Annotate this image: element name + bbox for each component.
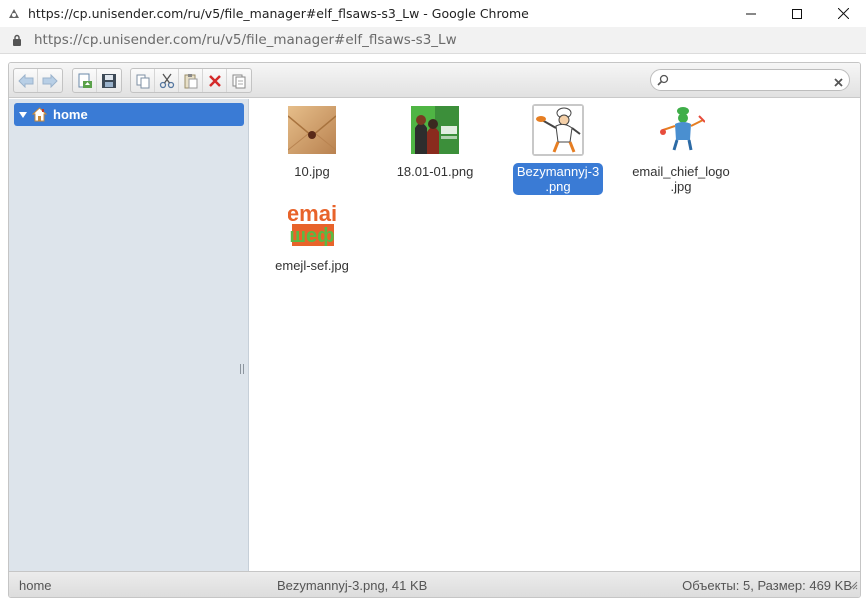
chrome-app-icon — [6, 6, 22, 22]
status-path[interactable]: home — [19, 578, 52, 593]
save-icon — [102, 73, 116, 88]
file-item[interactable]: Bezymannyj-3 .png — [498, 104, 618, 195]
save-button[interactable] — [97, 69, 121, 92]
chef-thumbnail — [532, 104, 584, 156]
delete-button[interactable] — [203, 69, 227, 92]
svg-text:emai: emai — [288, 201, 336, 226]
window-titlebar: https://cp.unisender.com/ru/v5/file_mana… — [0, 0, 866, 27]
minimize-icon — [746, 13, 756, 14]
resize-grip-icon[interactable] — [848, 578, 858, 596]
search-icon — [657, 74, 669, 89]
home-icon — [32, 107, 47, 122]
file-item[interactable]: 10.jpg — [252, 104, 372, 180]
file-name: 18.01-01.png — [396, 164, 474, 179]
upload-button[interactable] — [73, 69, 97, 92]
tree-item-home[interactable]: home — [14, 103, 244, 126]
arrow-left-icon — [17, 73, 33, 88]
file-grid: 10.jpg 18.01-01.png Bezymannyj-3 .png em… — [250, 99, 860, 571]
status-selection: Bezymannyj-3.png, 41 KB — [277, 578, 428, 593]
upload-icon — [78, 73, 92, 88]
duplicate-icon — [232, 74, 246, 88]
window-title: https://cp.unisender.com/ru/v5/file_mana… — [28, 6, 529, 21]
envelope-thumbnail — [286, 104, 338, 156]
file-buttons — [72, 68, 122, 93]
expand-arrow-icon[interactable] — [19, 111, 27, 118]
paste-icon — [184, 73, 197, 88]
delete-icon — [208, 74, 221, 87]
file-name: email_chief_logo .jpg — [632, 164, 730, 194]
toolbar — [9, 63, 860, 98]
edit-buttons — [130, 68, 252, 93]
status-bar: home Bezymannyj-3.png, 41 KB Объекты: 5,… — [9, 571, 860, 597]
tree-item-label: home — [53, 107, 88, 122]
arrow-right-icon — [42, 73, 58, 88]
file-name: Bezymannyj-3 .png — [512, 163, 604, 195]
address-bar: https://cp.unisender.com/ru/v5/file_mana… — [0, 27, 866, 54]
lock-icon — [12, 33, 24, 47]
history-buttons — [13, 68, 63, 93]
status-summary: Объекты: 5, Размер: 469 KB — [682, 578, 852, 593]
svg-text:шеф: шеф — [289, 225, 334, 247]
folder-tree: home — [9, 99, 249, 571]
file-manager: home 10.jpg 18.01-01.png Bezymannyj-3 .p… — [8, 62, 861, 598]
email-logo-thumbnail: emai шеф — [286, 198, 338, 250]
close-button[interactable] — [820, 0, 866, 27]
minimize-button[interactable] — [728, 0, 774, 27]
paste-button[interactable] — [179, 69, 203, 92]
chef-logo-thumbnail — [655, 104, 707, 156]
copy-icon — [136, 74, 149, 88]
search-box — [650, 69, 850, 91]
file-item[interactable]: email_chief_logo .jpg — [621, 104, 741, 195]
clear-search-icon[interactable] — [834, 75, 843, 90]
file-item[interactable]: 18.01-01.png — [375, 104, 495, 180]
file-name: emejl-sef.jpg — [275, 258, 349, 273]
scissors-icon — [159, 73, 174, 88]
maximize-button[interactable] — [774, 0, 820, 27]
file-item[interactable]: emai шеф emejl-sef.jpg — [252, 198, 372, 274]
copy-button[interactable] — [131, 69, 155, 92]
maximize-icon — [792, 8, 802, 19]
url-text[interactable]: https://cp.unisender.com/ru/v5/file_mana… — [34, 32, 457, 48]
forward-button[interactable] — [38, 69, 62, 92]
cut-button[interactable] — [155, 69, 179, 92]
duplicate-button[interactable] — [227, 69, 251, 92]
file-name: 10.jpg — [294, 164, 330, 179]
back-button[interactable] — [14, 69, 38, 92]
close-icon — [837, 8, 849, 19]
sidebar-resize-handle[interactable] — [240, 364, 244, 374]
search-input[interactable] — [671, 72, 831, 88]
poster-thumbnail — [409, 104, 461, 156]
